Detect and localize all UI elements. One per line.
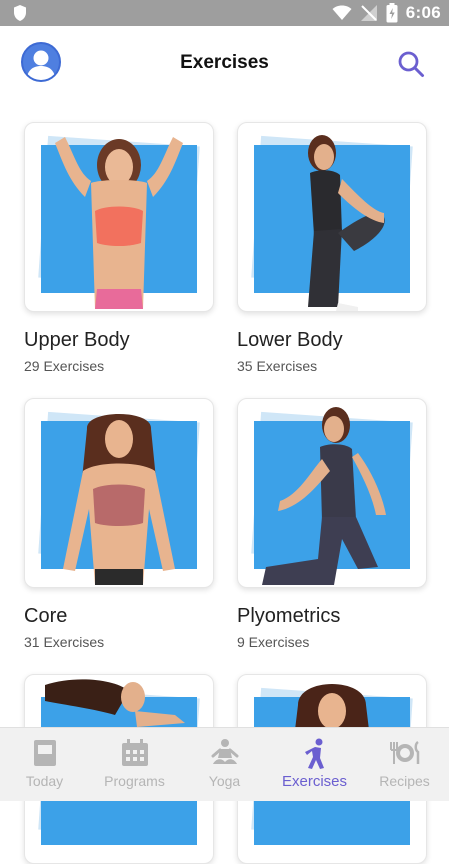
- nav-label: Programs: [104, 773, 165, 789]
- yoga-icon: [211, 739, 238, 764]
- card-subtitle: 35 Exercises: [237, 358, 318, 374]
- book-icon: [33, 740, 56, 766]
- person-figure: [63, 414, 175, 585]
- card-subtitle: 9 Exercises: [237, 634, 310, 650]
- wifi-icon: [332, 5, 352, 20]
- nav-label: Yoga: [208, 773, 241, 789]
- person-figure: [262, 407, 386, 585]
- card-image: [237, 122, 427, 312]
- nav-recipes[interactable]: Recipes: [360, 728, 449, 801]
- card-title: Lower Body: [237, 329, 343, 351]
- status-time: 6:06: [405, 3, 441, 22]
- person-figure: [308, 135, 385, 311]
- status-bar: 6:06: [0, 0, 449, 26]
- app-header: Exercises: [0, 26, 449, 102]
- nav-programs[interactable]: Programs: [90, 728, 179, 801]
- nav-label: Exercises: [281, 773, 348, 790]
- battery-icon: [386, 3, 398, 23]
- exercise-card-lower-body[interactable]: Lower Body 35 Exercises: [237, 122, 427, 374]
- search-icon[interactable]: [397, 50, 425, 78]
- no-signal-icon: [360, 5, 377, 21]
- card-image: [237, 398, 427, 588]
- exercise-icon: [304, 738, 324, 769]
- page-title: Exercises: [180, 52, 269, 73]
- bottom-nav: Today Programs Yoga Exercises Recipes: [0, 727, 449, 801]
- nav-exercises[interactable]: Exercises: [270, 728, 359, 801]
- calendar-icon: [121, 739, 148, 766]
- card-image: [24, 398, 214, 588]
- exercise-card-upper-body[interactable]: Upper Body 29 Exercises: [24, 122, 214, 374]
- shield-icon: [14, 5, 26, 21]
- card-subtitle: 29 Exercises: [24, 358, 105, 374]
- card-title: Upper Body: [24, 329, 130, 351]
- dining-icon: [389, 740, 419, 764]
- exercise-card-core[interactable]: Core 31 Exercises: [24, 398, 214, 650]
- nav-yoga[interactable]: Yoga: [180, 728, 269, 801]
- card-image: [24, 122, 214, 312]
- card-title: Core: [24, 605, 68, 627]
- person-figure: [55, 137, 183, 309]
- card-title: Plyometrics: [237, 605, 341, 627]
- nav-label: Today: [25, 773, 64, 789]
- nav-today[interactable]: Today: [0, 728, 89, 801]
- card-subtitle: 31 Exercises: [24, 634, 105, 650]
- exercise-card-plyometrics[interactable]: Plyometrics 9 Exercises: [237, 398, 427, 650]
- nav-label: Recipes: [379, 773, 430, 789]
